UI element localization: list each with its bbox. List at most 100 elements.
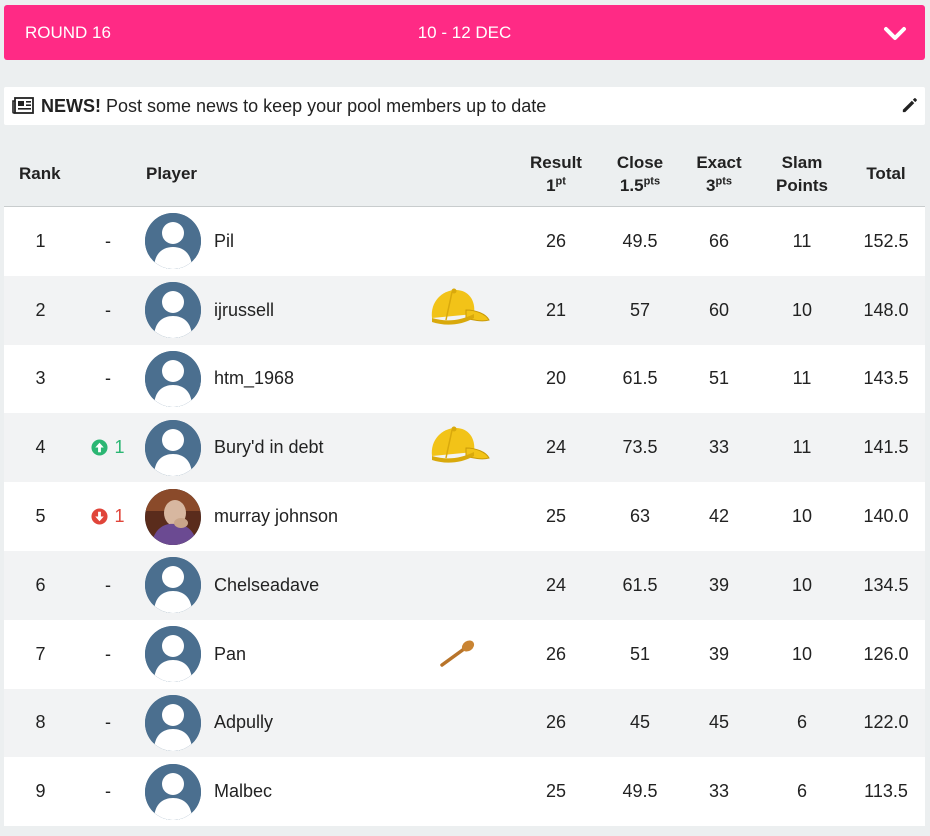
rank-cell: 8: [35, 712, 46, 733]
slam-cell: 6: [796, 781, 807, 802]
col-result-title: Result: [530, 152, 582, 172]
player-name[interactable]: Bury'd in debt: [214, 413, 414, 482]
badge-cell: [414, 413, 502, 482]
col-player-header[interactable]: Player: [146, 140, 226, 207]
table-row[interactable]: 9 - Malbec 25 49.5 33 6 113.5: [4, 757, 925, 827]
total-cell: 143.5: [863, 368, 909, 389]
rank-change-value: -: [105, 368, 111, 389]
player-name[interactable]: Pil: [214, 207, 414, 276]
table-row[interactable]: 4 1 Bury'd in debt 24 73.5 33 11 141.5: [4, 413, 925, 483]
slam-cell: 11: [792, 437, 812, 458]
slam-cell: 10: [791, 299, 813, 320]
player-name[interactable]: Adpully: [214, 689, 414, 758]
result-cell: 21: [545, 299, 567, 320]
avatar[interactable]: [145, 763, 201, 820]
col-close-header[interactable]: Close 1.5pts: [600, 140, 680, 207]
slam-cell: 11: [792, 230, 812, 251]
table-row[interactable]: 7 - Pan 26 51 39 10 126.0: [4, 619, 925, 689]
table-row[interactable]: 2 - ijrussell 21 57 60 10 148.0: [4, 275, 925, 345]
close-cell: 49.5: [622, 230, 658, 251]
exact-cell: 42: [708, 506, 730, 527]
close-cell: 73.5: [622, 437, 658, 458]
news-text: NEWS! Post some news to keep your pool m…: [41, 87, 546, 125]
news-bar: NEWS! Post some news to keep your pool m…: [4, 87, 925, 125]
avatar-cell: [145, 276, 201, 345]
slam-cell: 10: [791, 643, 813, 664]
avatar[interactable]: [145, 488, 201, 545]
player-name[interactable]: ijrussell: [214, 276, 414, 345]
rank-change-cell: -: [74, 276, 142, 345]
chevron-down-icon[interactable]: [883, 21, 907, 45]
col-exact-unit: pts: [715, 174, 732, 187]
avatar-cell: [145, 620, 201, 689]
player-name[interactable]: Malbec: [214, 757, 414, 826]
result-cell: 26: [545, 230, 567, 251]
rank-change-cell: -: [74, 551, 142, 620]
rank-cell: 5: [35, 506, 46, 527]
col-result-header[interactable]: Result 1pt: [519, 140, 593, 207]
rank-change-value: -: [105, 230, 111, 251]
avatar[interactable]: [145, 419, 201, 476]
rank-change-cell: -: [74, 345, 142, 414]
avatar[interactable]: [145, 557, 201, 614]
player-name[interactable]: Pan: [214, 620, 414, 689]
rank-cell: 3: [35, 368, 46, 389]
rank-change-cell: -: [74, 207, 142, 276]
wooden-spoon-icon: [438, 639, 478, 669]
col-close-title: Close: [616, 152, 664, 172]
player-name[interactable]: htm_1968: [214, 345, 414, 414]
exact-cell: 39: [708, 574, 730, 595]
news-title: NEWS!: [41, 96, 101, 116]
table-row[interactable]: 3 - htm_1968 20 61.5 51 11 143.5: [4, 344, 925, 414]
rank-cell: 4: [35, 437, 46, 458]
table-header: Rank Player Result 1pt Close 1.5 pts Exact 3…: [4, 140, 925, 207]
avatar-cell: [145, 551, 201, 620]
close-cell: 45: [629, 712, 651, 733]
round-header[interactable]: ROUND 16 10 - 12 DEC: [4, 5, 925, 60]
badge-cell: [414, 620, 502, 689]
close-cell: 61.5: [622, 574, 658, 595]
player-name[interactable]: murray johnson: [214, 482, 414, 551]
exact-cell: 33: [708, 437, 730, 458]
col-rank-header[interactable]: Rank: [19, 140, 79, 207]
table-row[interactable]: 6 - Chelseadave 24 61.5 39 10 134.5: [4, 550, 925, 620]
avatar[interactable]: [145, 694, 201, 751]
round-dates: 10 - 12 DEC: [417, 23, 512, 42]
newspaper-icon: [12, 97, 34, 114]
table-row[interactable]: 5 1 murray johnson 25 63 42 10 140.0: [4, 482, 925, 551]
col-result-value: 1: [546, 175, 556, 195]
badge-cell: [414, 757, 502, 826]
col-close-value: 1.5: [619, 175, 644, 195]
close-cell: 63: [629, 506, 651, 527]
exact-cell: 45: [708, 712, 730, 733]
col-slam-header[interactable]: Slam Points: [762, 140, 842, 207]
rank-change-cell: 1: [74, 482, 142, 551]
col-slam-subtitle: Points: [776, 175, 828, 195]
exact-cell: 60: [708, 299, 730, 320]
close-cell: 51: [629, 643, 651, 664]
col-result-unit: pt: [555, 174, 566, 187]
pencil-icon[interactable]: [900, 96, 919, 115]
badge-cell: [414, 207, 502, 276]
col-total-header[interactable]: Total: [847, 140, 925, 207]
close-cell: 57: [629, 299, 651, 320]
rank-cell: 2: [35, 299, 46, 320]
table-row[interactable]: 8 - Adpully 26 45 45 6 122.0: [4, 688, 925, 758]
avatar[interactable]: [145, 213, 201, 270]
arrow-up-circle-icon: [91, 439, 109, 456]
total-cell: 148.0: [863, 299, 909, 320]
rank-change-value: 1: [114, 437, 125, 458]
badge-cell: [414, 551, 502, 620]
table-row[interactable]: 1 - Pil 26 49.5 66 11 152.5: [4, 207, 925, 276]
avatar[interactable]: [145, 350, 201, 407]
rank-change-value: -: [105, 574, 111, 595]
rank-cell: 9: [35, 781, 46, 802]
player-name[interactable]: Chelseadave: [214, 551, 414, 620]
avatar-cell: [145, 689, 201, 758]
exact-cell: 33: [708, 781, 730, 802]
avatar[interactable]: [145, 626, 201, 683]
badge-cell: [414, 482, 502, 551]
avatar[interactable]: [145, 282, 201, 339]
col-exact-header[interactable]: Exact 3pts: [682, 140, 756, 207]
exact-cell: 39: [708, 643, 730, 664]
